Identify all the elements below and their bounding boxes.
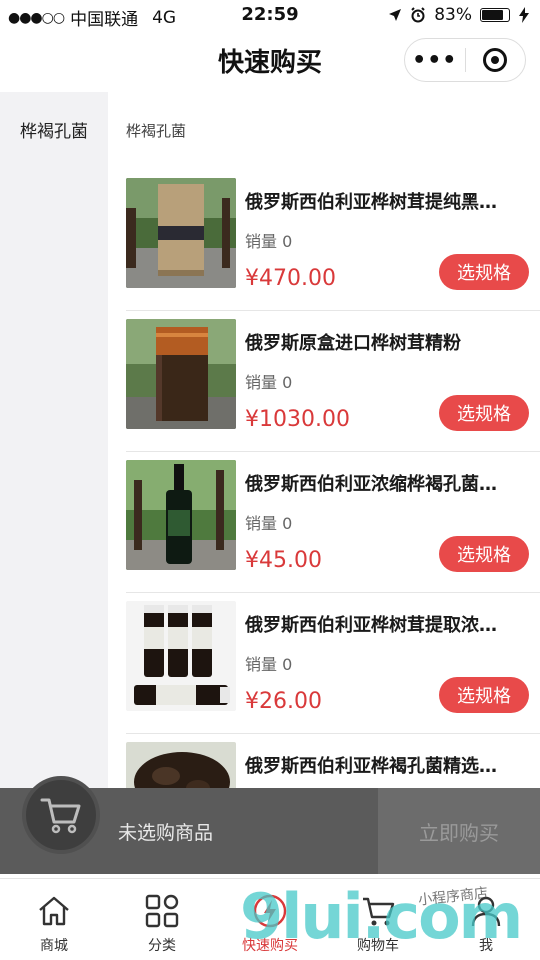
- tab-category[interactable]: 分类: [108, 879, 216, 960]
- cart-icon: [40, 798, 81, 834]
- product-item[interactable]: 俄罗斯西伯利亚桦树茸提取浓… 销量 0 ¥26.00 选规格: [126, 593, 540, 734]
- product-list-panel: 桦褐孔菌 俄罗斯西伯利亚桦树茸提纯黑… 销量 0 ¥470.00 选规格 俄罗斯…: [108, 92, 540, 788]
- product-sales: 销量 0: [245, 655, 293, 674]
- product-price: ¥45.00: [245, 548, 322, 573]
- charging-bolt-icon: [519, 7, 529, 23]
- status-right: 83%: [388, 5, 530, 25]
- product-sales: 销量 0: [245, 514, 293, 533]
- product-item[interactable]: 俄罗斯西伯利亚桦树茸提纯黑… 销量 0 ¥470.00 选规格: [126, 170, 540, 311]
- product-item[interactable]: 俄罗斯西伯利亚桦褐孔菌精选…: [126, 734, 540, 788]
- product-price: ¥470.00: [245, 266, 336, 291]
- battery-icon: [480, 8, 510, 22]
- location-arrow-icon: [389, 9, 402, 21]
- alarm-clock-icon: [411, 7, 425, 23]
- tab-me[interactable]: 我: [432, 879, 540, 960]
- navigation-bar: 快速购买 •••: [0, 30, 540, 92]
- select-spec-button[interactable]: 选规格: [439, 395, 529, 431]
- product-image-powder-jar[interactable]: [126, 319, 236, 429]
- user-icon: [471, 896, 501, 927]
- product-name[interactable]: 俄罗斯西伯利亚桦树茸提取浓…: [245, 611, 535, 637]
- product-image-chaga-chunks[interactable]: [126, 742, 236, 788]
- cart-icon: [363, 897, 395, 926]
- product-price: ¥26.00: [245, 689, 322, 714]
- tab-cart[interactable]: 购物车: [324, 879, 432, 960]
- tab-mall[interactable]: 商城: [0, 879, 108, 960]
- product-name[interactable]: 俄罗斯西伯利亚桦褐孔菌精选…: [245, 752, 535, 778]
- product-image-dark-bottle[interactable]: [126, 460, 236, 570]
- battery-level-fill: [482, 10, 503, 20]
- product-image-tea-box[interactable]: [126, 178, 236, 288]
- select-spec-button[interactable]: 选规格: [439, 677, 529, 713]
- buy-now-button[interactable]: 立即购买: [378, 788, 540, 874]
- product-item[interactable]: 俄罗斯西伯利亚浓缩桦褐孔菌… 销量 0 ¥45.00 选规格: [126, 452, 540, 593]
- tab-label: 我: [479, 938, 493, 954]
- select-spec-button[interactable]: 选规格: [439, 254, 529, 290]
- lightning-icon: [253, 894, 287, 928]
- sidebar-item-chaga[interactable]: 桦褐孔菌: [0, 92, 108, 166]
- category-sidebar: 桦褐孔菌: [0, 92, 108, 788]
- select-spec-button[interactable]: 选规格: [439, 536, 529, 572]
- product-name[interactable]: 俄罗斯西伯利亚浓缩桦褐孔菌…: [245, 470, 535, 496]
- close-mini-program-button[interactable]: [465, 48, 525, 72]
- tab-label: 快速购买: [242, 938, 298, 954]
- product-name[interactable]: 俄罗斯西伯利亚桦树茸提纯黑…: [245, 188, 535, 214]
- tab-label: 购物车: [357, 938, 399, 954]
- grid-icon: [145, 894, 179, 928]
- more-menu-button[interactable]: •••: [405, 48, 465, 73]
- product-image-small-bottles[interactable]: [126, 601, 236, 711]
- product-sales: 销量 0: [245, 373, 293, 392]
- tab-label: 商城: [40, 938, 68, 954]
- home-icon: [39, 896, 69, 926]
- product-name[interactable]: 俄罗斯原盒进口桦树茸精粉: [245, 329, 535, 355]
- tab-label: 分类: [148, 938, 176, 954]
- section-title: 桦褐孔菌: [126, 122, 187, 140]
- product-price: ¥1030.00: [245, 407, 350, 432]
- tab-quick-buy[interactable]: 快速购买: [216, 879, 324, 960]
- status-bar: ●●●○○ 中国联通 4G 22:59 83%: [0, 0, 540, 30]
- tab-bar: 商城 分类 快速购买 购物车 我: [0, 878, 540, 960]
- cart-empty-text: 未选购商品: [118, 822, 214, 844]
- product-sales: 销量 0: [245, 232, 293, 251]
- target-close-icon: [483, 48, 508, 72]
- product-item[interactable]: 俄罗斯原盒进口桦树茸精粉 销量 0 ¥1030.00 选规格: [126, 311, 540, 452]
- cart-toggle-button[interactable]: [22, 776, 100, 854]
- mini-program-capsule: •••: [404, 38, 526, 82]
- battery-percent: 83%: [434, 5, 472, 25]
- cart-bar: 未选购商品 立即购买: [0, 776, 540, 874]
